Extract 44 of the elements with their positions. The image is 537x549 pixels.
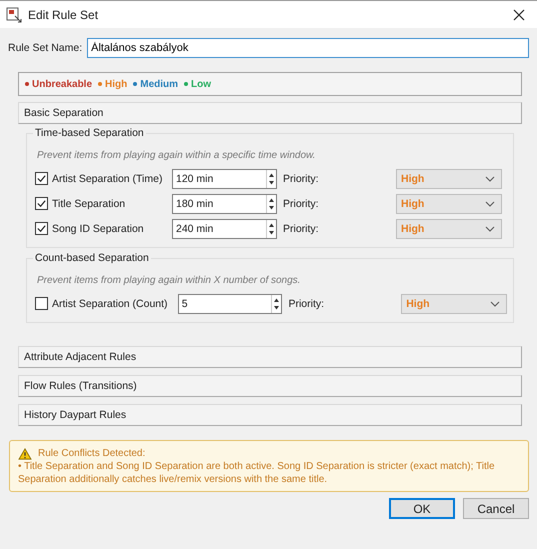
priority-label: Priority: [288, 298, 326, 310]
chevron-down-icon [490, 300, 500, 306]
spin-field[interactable]: 240 min [172, 218, 277, 238]
spin-arrows-icon[interactable] [266, 170, 276, 188]
app-icon [6, 6, 22, 22]
rule-checkbox[interactable]: Artist Separation (Count) [35, 297, 178, 310]
hint-text: Prevent items from playing again within a specific time window. [37, 150, 316, 161]
legend-item: Unbreakable [25, 78, 92, 90]
legend-item: High [98, 78, 128, 90]
spin-arrows-icon[interactable] [271, 294, 282, 312]
group-title: Count-based Separation [33, 252, 151, 264]
spin-field[interactable]: 5 [178, 294, 282, 314]
section-header[interactable]: Flow Rules (Transitions) [18, 375, 522, 397]
spin-field[interactable]: 180 min [172, 194, 277, 214]
priority-label: Priority: [283, 172, 320, 184]
warning-icon [18, 448, 32, 460]
priority-label: Priority: [283, 198, 320, 210]
dialog-button[interactable]: OK [389, 498, 455, 519]
dialog-button[interactable]: Cancel [463, 498, 529, 519]
rule-checkbox[interactable]: Title Separation [35, 197, 172, 210]
group-title: Time-based Separation [33, 127, 146, 139]
chevron-down-icon [485, 176, 495, 182]
window-title: Edit Rule Set [28, 8, 100, 22]
legend-item: Medium [133, 78, 178, 90]
priority-label: Priority: [283, 222, 320, 234]
check-icon [36, 223, 47, 234]
section-header[interactable]: Basic Separation [18, 102, 522, 124]
warning-message: • Title Separation and Song ID Separation are both active. Song ID Separation is stricter (exact match); Title Separation additionally catches live/remix versions with the same title. [18, 460, 496, 486]
spin-arrows-icon[interactable] [266, 220, 276, 238]
rule-checkbox[interactable]: Artist Separation (Time) [35, 172, 172, 185]
close-icon[interactable] [513, 8, 525, 20]
chevron-down-icon [485, 226, 495, 232]
field-label: Rule Set Name: [8, 42, 82, 54]
hint-text: Prevent items from playing again within X number of songs. [37, 275, 302, 286]
section-header[interactable]: Attribute Adjacent Rules [18, 346, 522, 368]
check-icon [36, 198, 47, 209]
legend-item: Low [184, 78, 212, 90]
spin-arrows-icon[interactable] [266, 194, 276, 212]
chevron-down-icon [485, 200, 495, 206]
check-icon [36, 173, 47, 184]
section-header[interactable]: History Daypart Rules [18, 404, 522, 426]
warning-title: Rule Conflicts Detected: [38, 447, 146, 460]
rule-checkbox[interactable]: Song ID Separation [35, 222, 172, 235]
spin-field[interactable]: 120 min [172, 168, 277, 188]
